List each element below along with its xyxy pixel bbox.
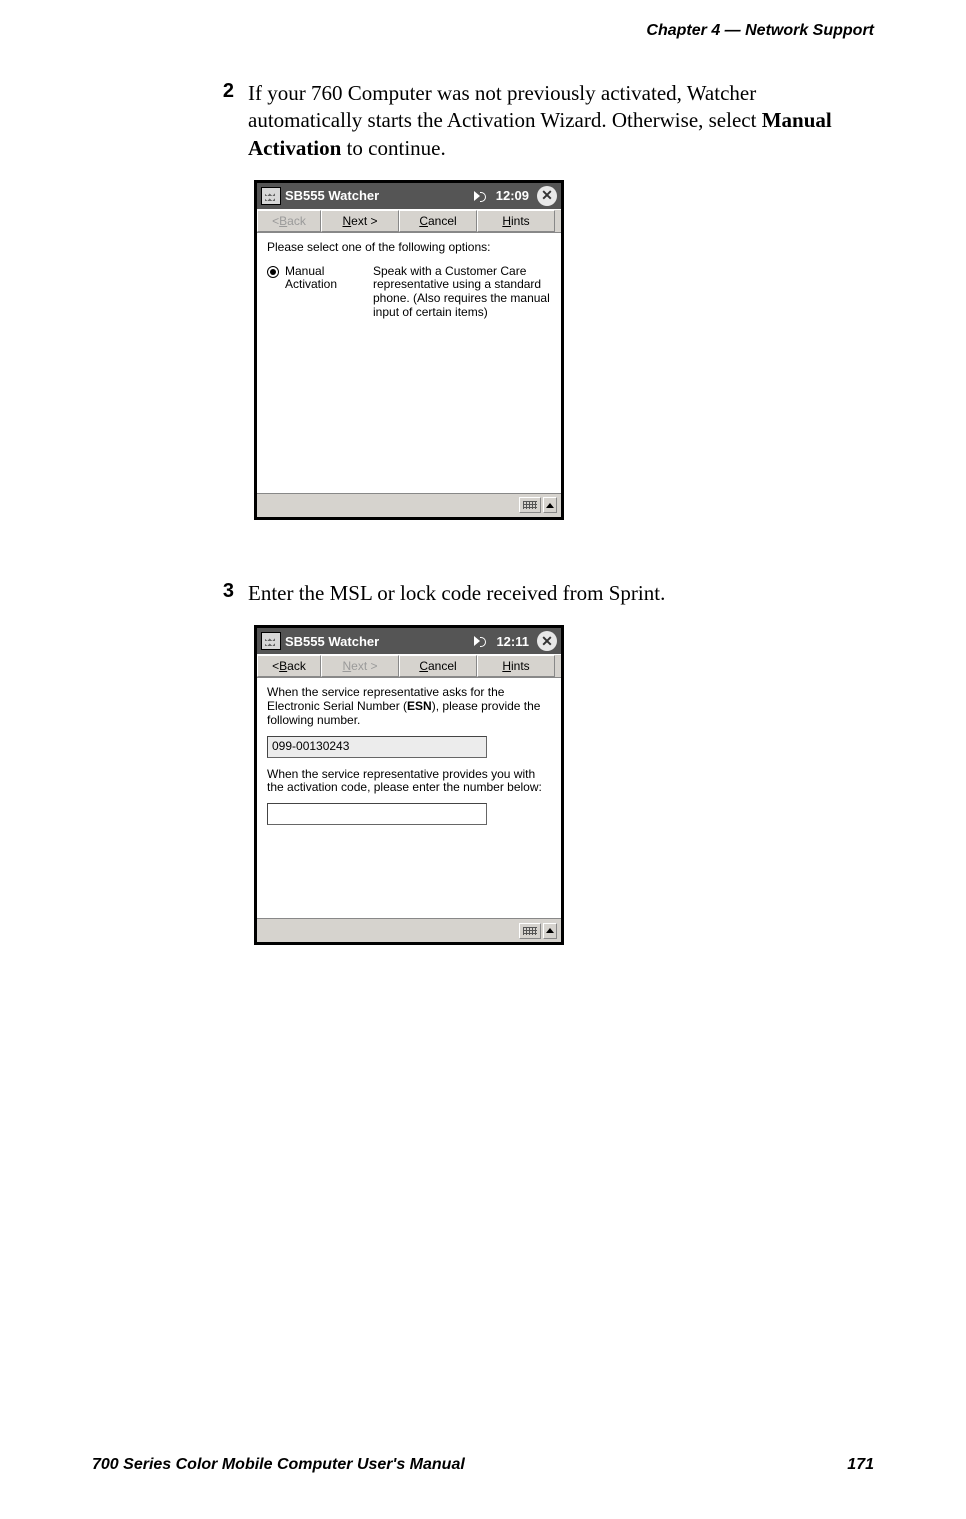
hints-button-2[interactable]: Hints	[477, 655, 555, 677]
clock-1[interactable]: 12:09	[496, 188, 529, 203]
next-suffix: ext >	[351, 214, 377, 228]
hints-suffix: ints	[511, 659, 530, 673]
next-button-1[interactable]: Next >	[321, 210, 399, 232]
radio-description: Speak with a Customer Care representativ…	[373, 265, 551, 320]
cancel-underline: C	[419, 214, 428, 228]
clock-2[interactable]: 12:11	[496, 634, 529, 649]
volume-icon[interactable]	[474, 634, 488, 648]
arrow-up-icon[interactable]	[543, 497, 557, 513]
start-flag-icon[interactable]	[261, 187, 281, 205]
page-content: 2 If your 760 Computer was not previousl…	[220, 80, 874, 1005]
back-suffix: ack	[287, 214, 306, 228]
start-flag-icon[interactable]	[261, 632, 281, 650]
step-3: 3 Enter the MSL or lock code received fr…	[220, 580, 874, 607]
esn-instruction: When the service representative asks for…	[267, 686, 551, 727]
radio-row: Manual Activation Speak with a Customer …	[267, 265, 551, 320]
cancel-suffix: ancel	[428, 214, 457, 228]
titlebar-1: SB555 Watcher 12:09 ✕	[257, 183, 561, 209]
back-button-1: < Back	[257, 210, 321, 232]
step-2-text-after: to continue.	[341, 136, 445, 160]
esn-field[interactable]: 099-00130243	[267, 736, 487, 758]
next-suffix: ext >	[351, 659, 377, 673]
radio-label: Manual Activation	[285, 265, 355, 293]
step-2: 2 If your 760 Computer was not previousl…	[220, 80, 874, 162]
page-footer: 700 Series Color Mobile Computer User's …	[92, 1456, 874, 1474]
back-prefix: <	[272, 659, 279, 673]
cancel-button-1[interactable]: Cancel	[399, 210, 477, 232]
titlebar-2: SB555 Watcher 12:11 ✕	[257, 628, 561, 654]
body-1: Please select one of the following optio…	[257, 233, 561, 493]
hints-suffix: ints	[511, 214, 530, 228]
esn-bold: ESN	[407, 699, 432, 713]
arrow-up-icon[interactable]	[543, 923, 557, 939]
step-2-text-before: If your 760 Computer was not previously …	[248, 81, 762, 132]
body-2: When the service representative asks for…	[257, 678, 561, 918]
window-title-2: SB555 Watcher	[285, 634, 470, 649]
next-button-2: Next >	[321, 655, 399, 677]
back-underline: B	[279, 214, 287, 228]
toolbar-1: < Back Next > Cancel Hints	[257, 209, 561, 233]
hints-underline: H	[502, 659, 511, 673]
close-icon[interactable]: ✕	[537, 631, 557, 651]
back-underline: B	[279, 659, 287, 673]
activation-code-field[interactable]	[267, 803, 487, 825]
hints-underline: H	[502, 214, 511, 228]
footer-page-number: 171	[847, 1456, 874, 1474]
toolbar-2: < Back Next > Cancel Hints	[257, 654, 561, 678]
keyboard-icon[interactable]	[519, 923, 541, 939]
keyboard-icon[interactable]	[519, 497, 541, 513]
window-title-1: SB555 Watcher	[285, 188, 470, 203]
step-2-text: If your 760 Computer was not previously …	[248, 80, 874, 162]
bottombar-2	[257, 918, 561, 942]
pocketpc-window-1: SB555 Watcher 12:09 ✕ < Back Next > Canc…	[254, 180, 564, 520]
next-underline: N	[342, 659, 351, 673]
radio-selected-icon	[267, 266, 279, 278]
back-prefix: <	[272, 214, 279, 228]
volume-icon[interactable]	[474, 189, 488, 203]
pocketpc-window-2: SB555 Watcher 12:11 ✕ < Back Next > Canc…	[254, 625, 564, 945]
back-button-2[interactable]: < Back	[257, 655, 321, 677]
cancel-button-2[interactable]: Cancel	[399, 655, 477, 677]
bottombar-1	[257, 493, 561, 517]
step-3-number: 3	[220, 580, 234, 607]
screenshot-2-container: SB555 Watcher 12:11 ✕ < Back Next > Canc…	[254, 625, 874, 945]
cancel-underline: C	[419, 659, 428, 673]
step-2-number: 2	[220, 80, 234, 162]
step-3-text: Enter the MSL or lock code received from…	[248, 580, 665, 607]
hints-button-1[interactable]: Hints	[477, 210, 555, 232]
page-header-chapter: Chapter 4 — Network Support	[646, 22, 874, 40]
activation-code-instruction: When the service representative provides…	[267, 768, 551, 796]
instruction-1: Please select one of the following optio…	[267, 241, 551, 255]
back-suffix: ack	[287, 659, 306, 673]
screenshot-1-container: SB555 Watcher 12:09 ✕ < Back Next > Canc…	[254, 180, 874, 520]
cancel-suffix: ancel	[428, 659, 457, 673]
footer-manual-title: 700 Series Color Mobile Computer User's …	[92, 1456, 465, 1474]
close-icon[interactable]: ✕	[537, 186, 557, 206]
next-underline: N	[342, 214, 351, 228]
radio-manual-activation[interactable]: Manual Activation	[267, 265, 355, 320]
